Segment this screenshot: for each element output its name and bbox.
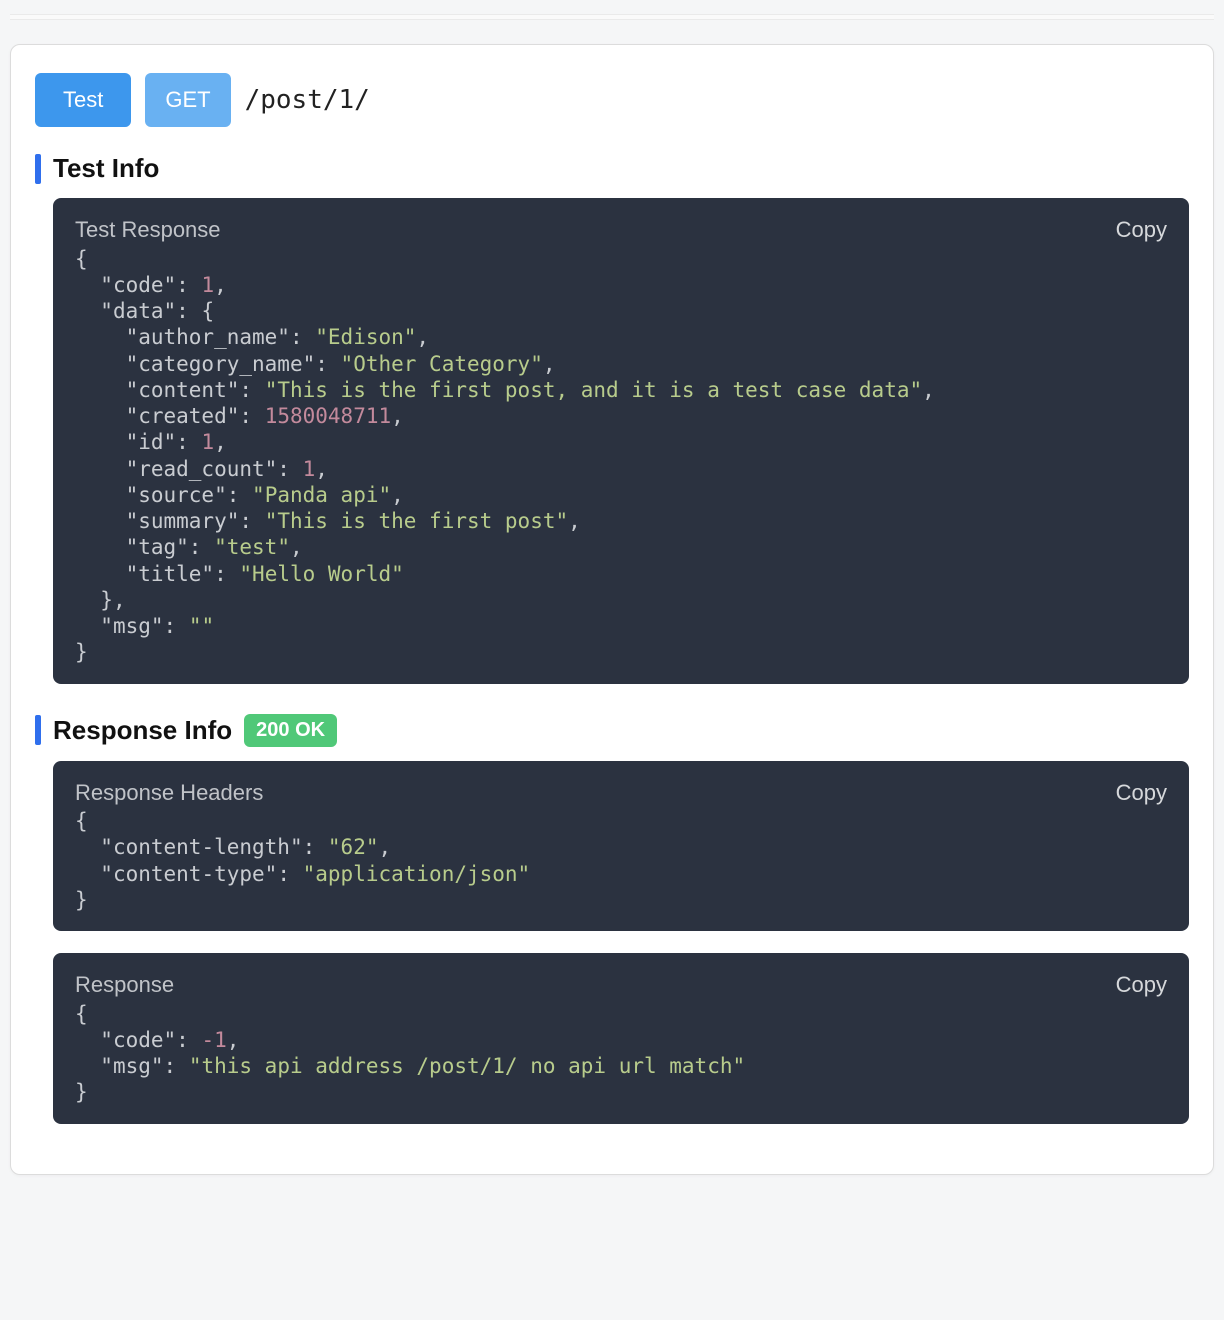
response-headers-json: { "content-length": "62", "content-type"… [75, 808, 1167, 913]
response-headers-block: Response Headers Copy { "content-length"… [53, 761, 1189, 932]
response-json: { "code": -1, "msg": "this api address /… [75, 1001, 1167, 1106]
response-block: Response Copy { "code": -1, "msg": "this… [53, 953, 1189, 1124]
method-button[interactable]: GET [145, 73, 230, 127]
test-response-json: { "code": 1, "data": { "author_name": "E… [75, 246, 1167, 666]
section-header-response-info: Response Info 200 OK [11, 706, 1213, 761]
section-bar-icon [35, 715, 41, 745]
section-header-test-info: Test Info [11, 145, 1213, 198]
test-response-block: Test Response Copy { "code": 1, "data": … [53, 198, 1189, 684]
response-headers-label: Response Headers [75, 779, 263, 807]
header-row: Test GET /post/1/ [11, 73, 1213, 145]
section-bar-icon [35, 154, 41, 184]
copy-button[interactable]: Copy [1116, 971, 1167, 999]
test-button[interactable]: Test [35, 73, 131, 127]
response-info-title: Response Info [53, 715, 232, 746]
top-divider [10, 14, 1214, 20]
request-path: /post/1/ [245, 85, 370, 115]
response-label: Response [75, 971, 174, 999]
status-badge: 200 OK [244, 714, 337, 747]
test-response-label: Test Response [75, 216, 221, 244]
copy-button[interactable]: Copy [1116, 216, 1167, 244]
api-test-card: Test GET /post/1/ Test Info Test Respons… [10, 44, 1214, 1175]
copy-button[interactable]: Copy [1116, 779, 1167, 807]
test-info-title: Test Info [53, 153, 159, 184]
